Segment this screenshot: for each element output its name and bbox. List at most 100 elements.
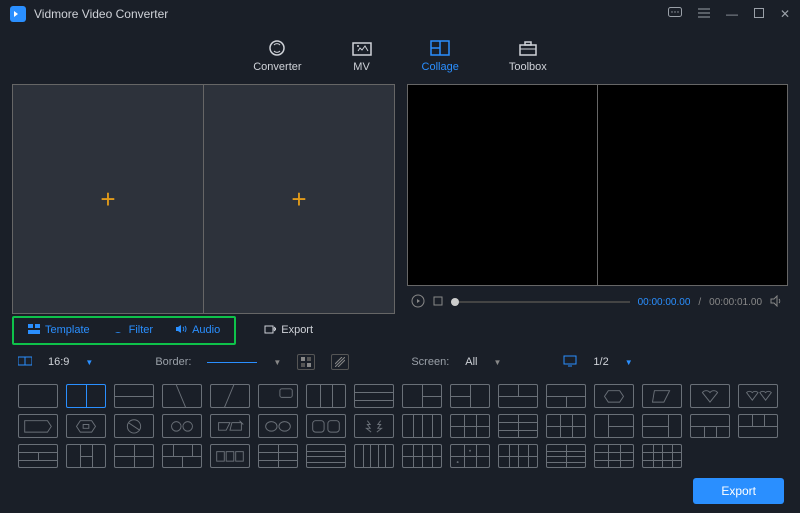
main-nav: Converter MV Collage Toolbox bbox=[0, 28, 800, 84]
aspect-ratio-select[interactable]: 16:9 bbox=[48, 356, 69, 368]
template-item[interactable] bbox=[354, 414, 394, 438]
tab-export[interactable]: Export bbox=[254, 322, 323, 339]
template-item[interactable] bbox=[594, 414, 634, 438]
collage-icon bbox=[430, 39, 450, 57]
template-item[interactable] bbox=[162, 414, 202, 438]
template-item[interactable] bbox=[498, 444, 538, 468]
template-item[interactable] bbox=[450, 414, 490, 438]
template-item[interactable] bbox=[594, 444, 634, 468]
toolbox-icon bbox=[518, 39, 538, 57]
duration: 00:00:01.00 bbox=[709, 297, 762, 308]
template-item[interactable] bbox=[258, 444, 298, 468]
template-item[interactable] bbox=[306, 384, 346, 408]
screen-select[interactable]: All bbox=[465, 356, 477, 368]
tab-template[interactable]: Template bbox=[18, 322, 100, 339]
border-color-picker[interactable] bbox=[297, 354, 315, 370]
tab-audio[interactable]: Audio bbox=[165, 322, 230, 339]
template-item[interactable] bbox=[738, 414, 778, 438]
template-item[interactable] bbox=[642, 444, 682, 468]
template-item[interactable] bbox=[594, 384, 634, 408]
template-item[interactable] bbox=[162, 444, 202, 468]
template-item[interactable] bbox=[258, 384, 298, 408]
add-icon: + bbox=[291, 184, 306, 215]
template-item[interactable] bbox=[114, 414, 154, 438]
maximize-button[interactable] bbox=[754, 7, 764, 21]
add-icon: + bbox=[100, 184, 115, 215]
template-item[interactable] bbox=[210, 414, 250, 438]
current-time: 00:00:00.00 bbox=[638, 297, 691, 308]
template-item[interactable] bbox=[18, 384, 58, 408]
border-style-select[interactable] bbox=[207, 362, 257, 363]
preview-frame bbox=[407, 84, 788, 286]
template-item[interactable] bbox=[354, 384, 394, 408]
template-item[interactable] bbox=[546, 384, 586, 408]
preview-slot-1 bbox=[408, 85, 598, 285]
template-item[interactable] bbox=[546, 414, 586, 438]
template-item[interactable] bbox=[66, 444, 106, 468]
tab-label: Export bbox=[281, 324, 313, 336]
ratio-icon[interactable] bbox=[18, 355, 32, 370]
titlebar: Vidmore Video Converter ― ✕ bbox=[0, 0, 800, 28]
template-item[interactable] bbox=[306, 444, 346, 468]
app-logo-icon bbox=[10, 6, 26, 22]
export-button[interactable]: Export bbox=[693, 478, 784, 504]
template-item[interactable] bbox=[642, 384, 682, 408]
mv-icon bbox=[352, 39, 372, 57]
template-icon bbox=[28, 324, 40, 337]
nav-converter[interactable]: Converter bbox=[253, 39, 301, 73]
display-icon[interactable] bbox=[563, 355, 577, 370]
tab-filter[interactable]: Filter bbox=[102, 322, 163, 339]
template-item[interactable] bbox=[210, 384, 250, 408]
template-item[interactable] bbox=[738, 384, 778, 408]
template-item[interactable] bbox=[690, 384, 730, 408]
stop-button[interactable] bbox=[433, 295, 443, 309]
nav-label: Converter bbox=[253, 61, 301, 73]
volume-icon[interactable] bbox=[770, 295, 784, 310]
template-item[interactable] bbox=[690, 414, 730, 438]
collage-slot-1[interactable]: + bbox=[13, 85, 204, 313]
nav-collage[interactable]: Collage bbox=[422, 39, 459, 73]
template-item[interactable] bbox=[162, 384, 202, 408]
template-item[interactable] bbox=[498, 384, 538, 408]
collage-slot-2[interactable]: + bbox=[204, 85, 394, 313]
audio-icon bbox=[175, 324, 187, 337]
timeline-slider[interactable] bbox=[451, 301, 630, 303]
template-item[interactable] bbox=[402, 444, 442, 468]
tab-label: Audio bbox=[192, 324, 220, 336]
template-item[interactable] bbox=[306, 414, 346, 438]
template-item[interactable] bbox=[354, 444, 394, 468]
template-item[interactable] bbox=[210, 444, 250, 468]
export-icon bbox=[264, 324, 276, 337]
tab-label: Filter bbox=[129, 324, 153, 336]
minimize-button[interactable]: ― bbox=[726, 7, 738, 21]
template-item[interactable] bbox=[498, 414, 538, 438]
nav-label: Collage bbox=[422, 61, 459, 73]
preview-panel: 00:00:00.00/00:00:01.00 bbox=[407, 84, 788, 314]
nav-label: MV bbox=[353, 61, 370, 73]
close-button[interactable]: ✕ bbox=[780, 7, 790, 21]
template-item[interactable] bbox=[546, 444, 586, 468]
template-item[interactable] bbox=[18, 414, 58, 438]
nav-mv[interactable]: MV bbox=[352, 39, 372, 73]
chevron-down-icon: ▼ bbox=[625, 358, 633, 367]
nav-toolbox[interactable]: Toolbox bbox=[509, 39, 547, 73]
template-item[interactable] bbox=[450, 444, 490, 468]
template-item[interactable] bbox=[258, 414, 298, 438]
template-item[interactable] bbox=[642, 414, 682, 438]
template-item[interactable] bbox=[114, 384, 154, 408]
converter-icon bbox=[267, 39, 287, 57]
template-grid bbox=[0, 378, 800, 474]
menu-icon[interactable] bbox=[698, 7, 710, 21]
chevron-down-icon: ▼ bbox=[273, 358, 281, 367]
tab-label: Template bbox=[45, 324, 90, 336]
template-item[interactable] bbox=[18, 444, 58, 468]
template-item[interactable] bbox=[114, 444, 154, 468]
feedback-icon[interactable] bbox=[668, 7, 682, 22]
play-button[interactable] bbox=[411, 294, 425, 311]
border-hatch-toggle[interactable] bbox=[331, 354, 349, 370]
template-item[interactable] bbox=[450, 384, 490, 408]
template-item[interactable] bbox=[402, 414, 442, 438]
template-item[interactable] bbox=[402, 384, 442, 408]
template-item[interactable] bbox=[66, 414, 106, 438]
template-item[interactable] bbox=[66, 384, 106, 408]
